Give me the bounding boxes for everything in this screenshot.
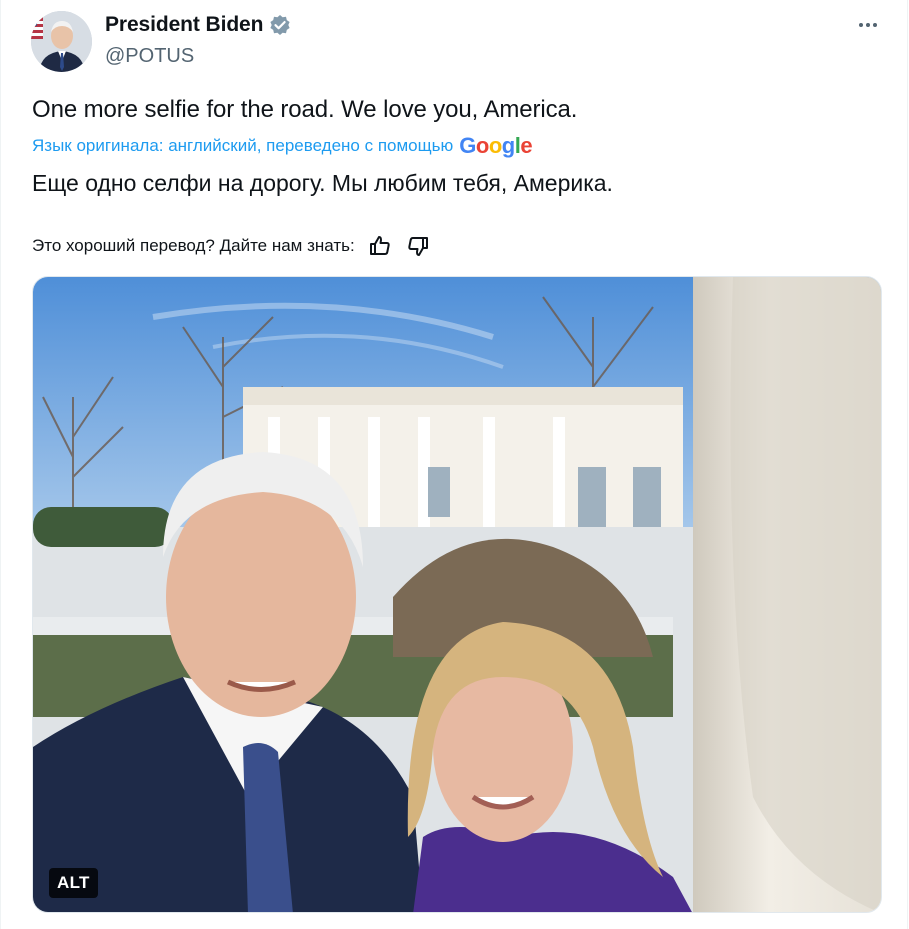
google-logo: Google	[459, 133, 533, 158]
feedback-prompt: Это хороший перевод? Дайте нам знать:	[32, 236, 355, 255]
thumbs-down-icon[interactable]	[405, 233, 431, 259]
translation-feedback: Это хороший перевод? Дайте нам знать:	[32, 233, 431, 259]
more-dot-icon	[866, 23, 870, 27]
translation-attribution[interactable]: Язык оригинала: английский, переведено с…	[32, 133, 533, 158]
more-dot-icon	[859, 23, 863, 27]
alt-text-badge[interactable]: ALT	[49, 868, 98, 898]
author-name-row[interactable]: President Biden	[105, 13, 291, 37]
tweet-photo[interactable]: ALT	[32, 276, 882, 913]
author-handle[interactable]: @POTUS	[105, 45, 194, 68]
tweet-card: President Biden @POTUS One more selfie f…	[0, 0, 908, 929]
more-dot-icon	[873, 23, 877, 27]
translated-text: Еще одно селфи на дорогу. Мы любим тебя,…	[32, 170, 613, 196]
author-display-name[interactable]: President Biden	[105, 13, 263, 37]
more-options-button[interactable]	[853, 14, 883, 36]
translation-label[interactable]: Язык оригинала: английский, переведено с…	[32, 136, 453, 156]
tweet-text: One more selfie for the road. We love yo…	[32, 96, 578, 123]
verified-badge-icon[interactable]	[269, 14, 291, 36]
author-avatar[interactable]	[31, 11, 92, 72]
thumbs-up-icon[interactable]	[367, 233, 393, 259]
